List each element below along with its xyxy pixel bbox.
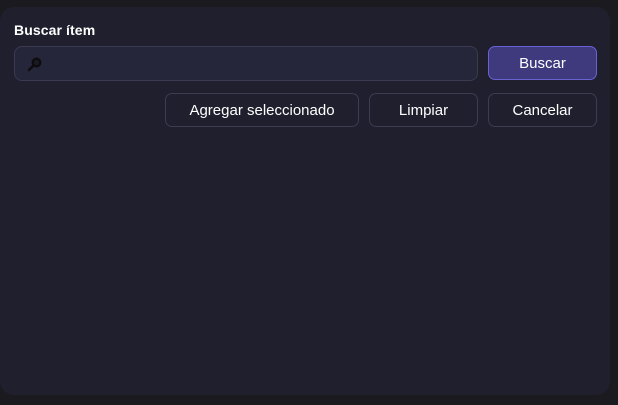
dialog-title: Buscar ítem	[14, 22, 96, 38]
clear-button[interactable]: Limpiar	[369, 93, 478, 127]
add-selected-button[interactable]: Agregar seleccionado	[165, 93, 359, 127]
search-button[interactable]: Buscar	[488, 46, 597, 80]
search-dialog: Buscar ítem Buscar Agregar seleccionado …	[0, 7, 610, 395]
search-input[interactable]	[43, 47, 477, 80]
magnifier-icon	[27, 56, 43, 72]
search-field[interactable]	[14, 46, 478, 81]
cancel-button[interactable]: Cancelar	[488, 93, 597, 127]
